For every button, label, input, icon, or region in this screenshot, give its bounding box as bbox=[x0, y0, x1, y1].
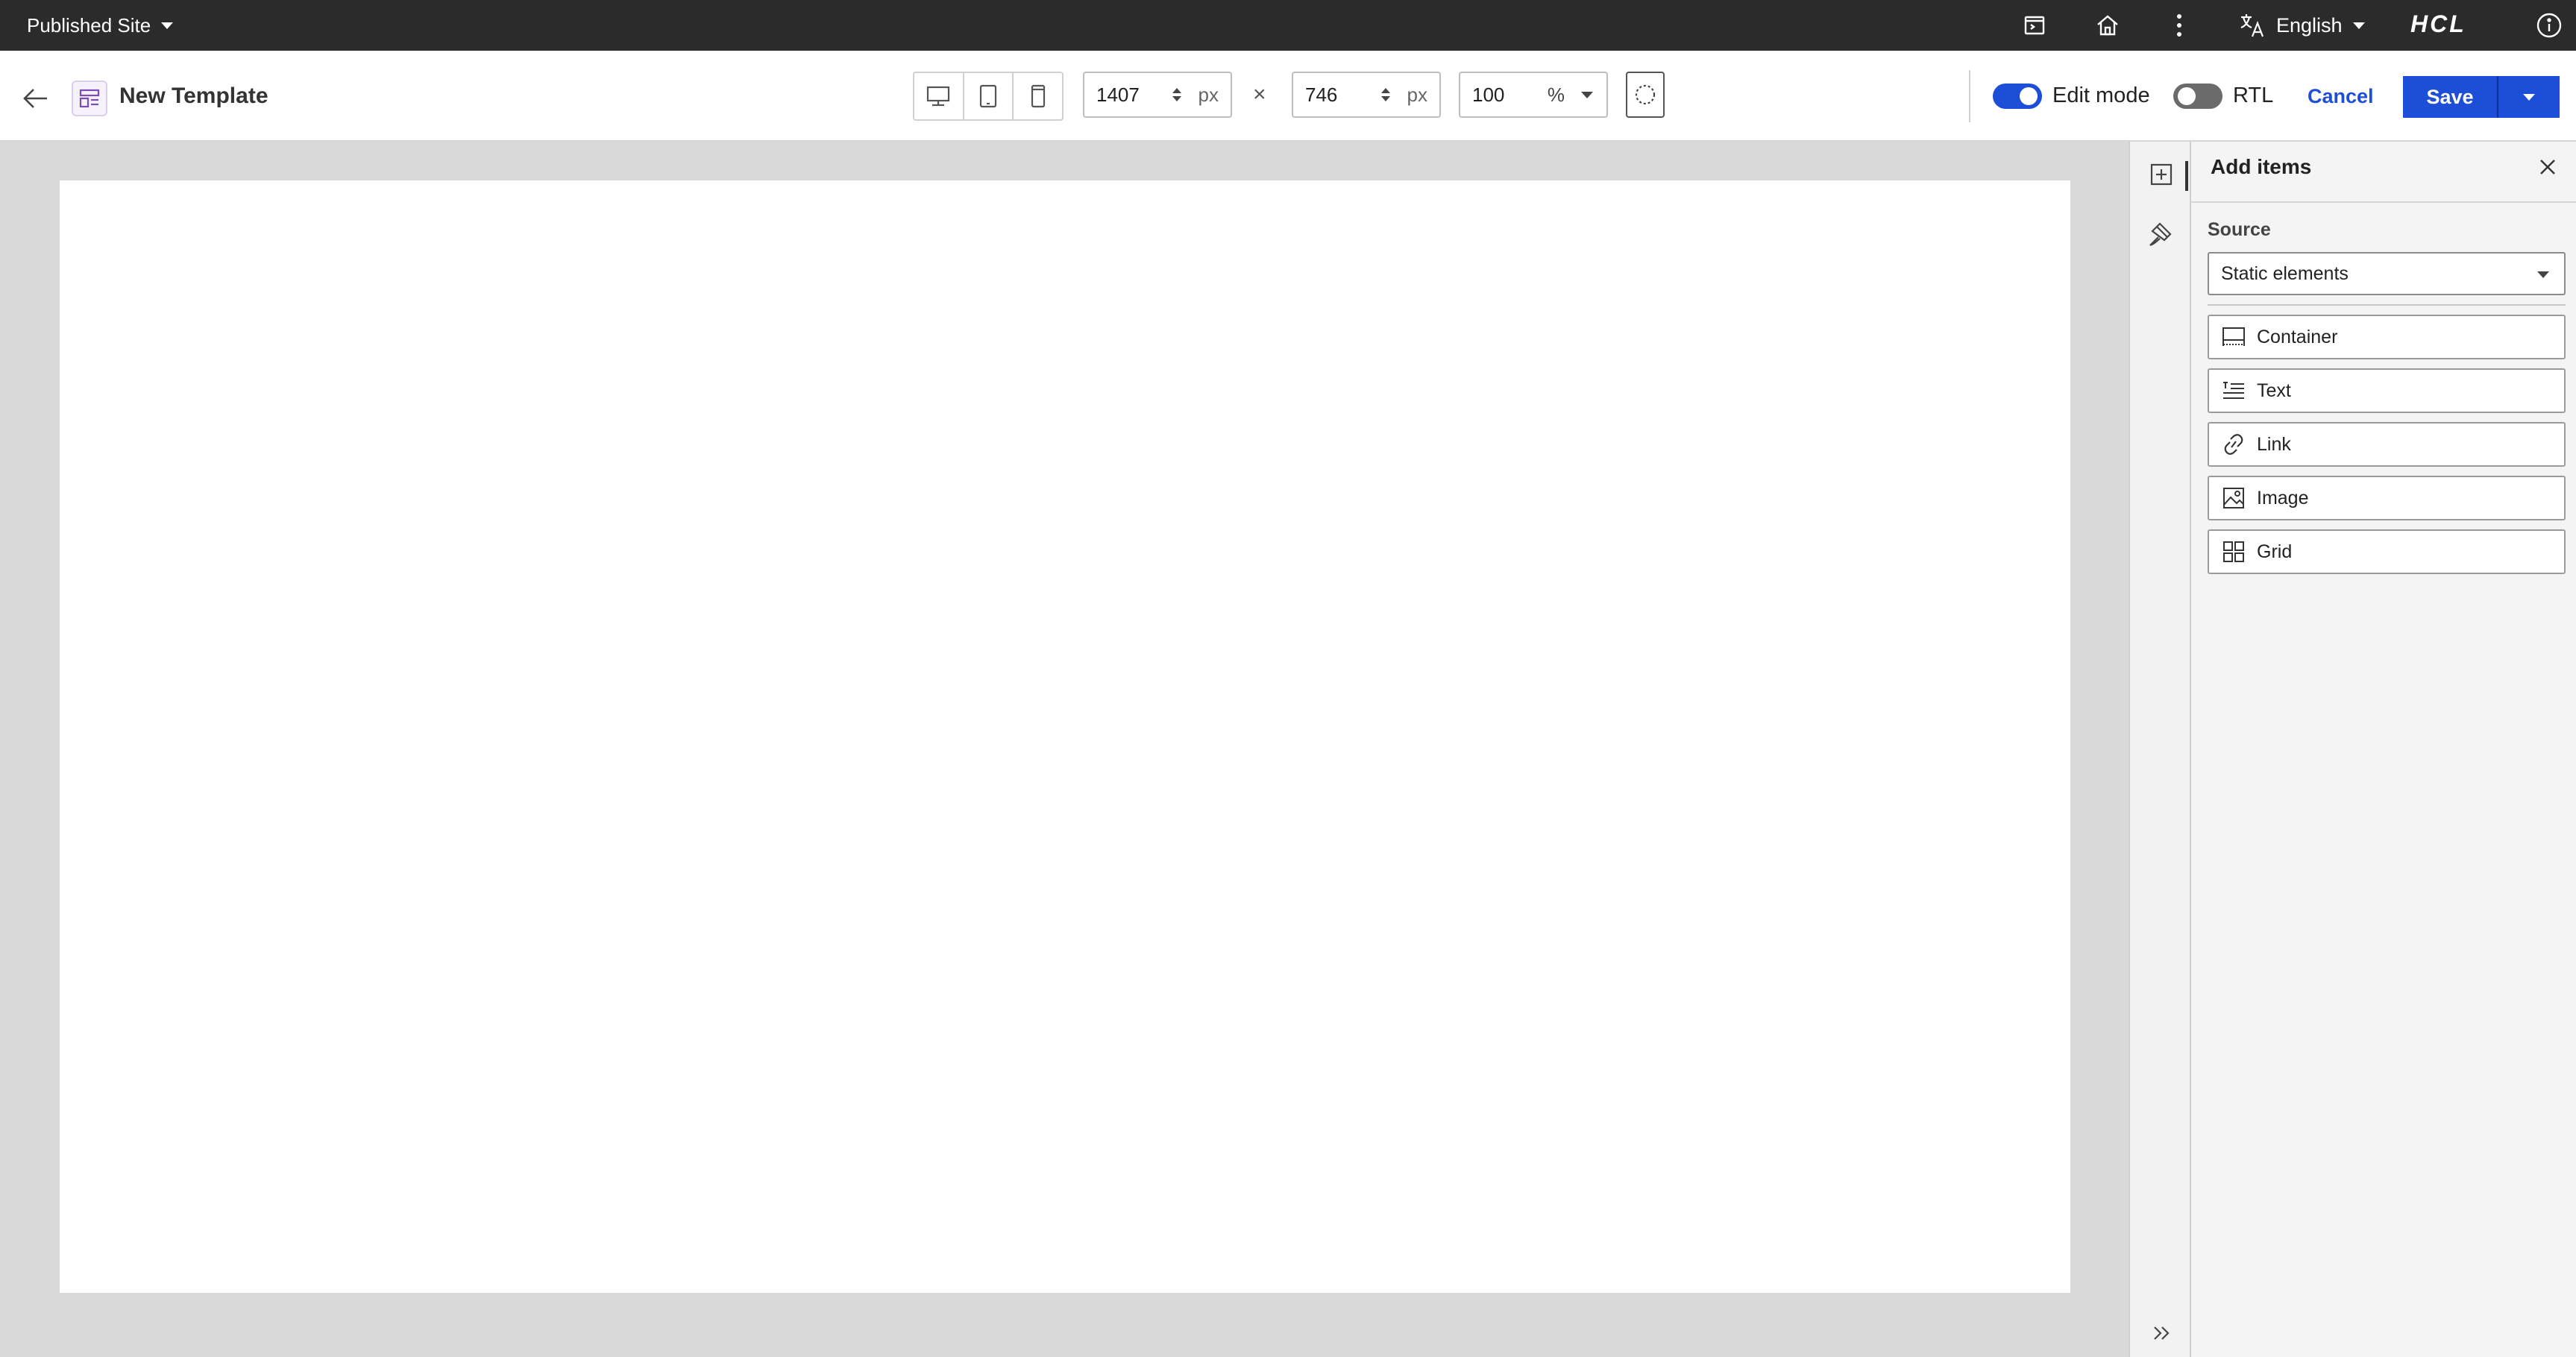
add-square-icon bbox=[2150, 163, 2173, 186]
translate-icon bbox=[2240, 14, 2264, 37]
edit-mode-label: Edit mode bbox=[2052, 84, 2150, 107]
close-panel-button[interactable] bbox=[2533, 152, 2563, 182]
panel-divider bbox=[2208, 304, 2566, 306]
reset-icon bbox=[1635, 84, 1656, 105]
zoom-select[interactable]: 100 % bbox=[1459, 72, 1608, 118]
paint-brush-icon bbox=[2149, 222, 2172, 246]
mobile-view-button[interactable] bbox=[1014, 73, 1062, 119]
style-tab[interactable] bbox=[2145, 218, 2178, 251]
edit-mode-toggle[interactable] bbox=[1993, 84, 2042, 109]
editor-toolbar: New Template 1407 px × 746 px 100 % Edit… bbox=[0, 51, 2576, 142]
reset-size-button[interactable] bbox=[1626, 72, 1665, 118]
item-label: Grid bbox=[2257, 541, 2293, 562]
info-icon[interactable] bbox=[2534, 10, 2564, 40]
brand-logo: HCL bbox=[2410, 10, 2466, 37]
save-options-button[interactable] bbox=[2498, 76, 2560, 118]
language-selector[interactable]: English bbox=[2239, 0, 2365, 51]
language-label: English bbox=[2276, 13, 2343, 37]
toolbar-divider bbox=[1969, 70, 1970, 122]
template-canvas[interactable] bbox=[60, 180, 2070, 1293]
item-label: Image bbox=[2257, 487, 2309, 509]
image-icon bbox=[2223, 488, 2244, 509]
zoom-unit: % bbox=[1547, 83, 1565, 106]
panel-title: Add items bbox=[2211, 155, 2312, 178]
add-items-tab[interactable] bbox=[2145, 158, 2178, 191]
link-icon bbox=[2224, 434, 2243, 455]
template-icon bbox=[72, 81, 107, 116]
item-label: Text bbox=[2257, 380, 2291, 401]
page-title: New Template bbox=[119, 84, 268, 108]
add-text-button[interactable]: Text bbox=[2208, 368, 2566, 413]
zoom-value: 100 bbox=[1472, 83, 1505, 106]
top-bar: Published Site English HCL bbox=[0, 0, 2576, 51]
active-tab-indicator bbox=[2185, 161, 2188, 191]
preview-icon[interactable] bbox=[2020, 10, 2049, 40]
width-unit: px bbox=[1198, 83, 1219, 106]
text-icon bbox=[2223, 382, 2244, 399]
close-icon bbox=[2540, 160, 2555, 174]
item-label: Link bbox=[2257, 433, 2291, 455]
editor-workspace bbox=[0, 142, 2129, 1357]
panel-header: Add items bbox=[2191, 142, 2576, 203]
source-value: Static elements bbox=[2221, 262, 2349, 284]
desktop-icon bbox=[927, 86, 950, 107]
width-stepper[interactable] bbox=[1169, 88, 1185, 101]
arrow-left-icon bbox=[23, 89, 47, 108]
height-input[interactable]: 746 px bbox=[1292, 72, 1441, 118]
source-label: Source bbox=[2208, 219, 2271, 240]
width-input[interactable]: 1407 px bbox=[1083, 72, 1232, 118]
add-grid-button[interactable]: Grid bbox=[2208, 529, 2566, 574]
expand-panel-button[interactable] bbox=[2145, 1317, 2178, 1350]
chevron-down-icon bbox=[2537, 271, 2549, 278]
width-value: 1407 bbox=[1096, 83, 1140, 106]
cancel-button[interactable]: Cancel bbox=[2308, 85, 2374, 108]
tablet-icon bbox=[979, 84, 997, 108]
device-preview-group bbox=[913, 72, 1064, 121]
chevron-down-icon bbox=[1581, 91, 1593, 98]
rtl-toggle[interactable] bbox=[2173, 84, 2222, 109]
dimension-separator: × bbox=[1253, 82, 1266, 107]
height-unit: px bbox=[1407, 83, 1427, 106]
home-icon[interactable] bbox=[2093, 10, 2123, 40]
add-container-button[interactable]: Container bbox=[2208, 315, 2566, 359]
container-icon bbox=[2222, 327, 2245, 346]
add-image-button[interactable]: Image bbox=[2208, 476, 2566, 520]
item-label: Container bbox=[2257, 326, 2338, 347]
source-select[interactable]: Static elements bbox=[2208, 252, 2566, 295]
desktop-view-button[interactable] bbox=[914, 73, 964, 119]
back-button[interactable] bbox=[19, 82, 52, 115]
side-rail bbox=[2129, 142, 2191, 1357]
chevron-down-icon bbox=[161, 22, 174, 29]
site-switcher-label: Published Site bbox=[27, 13, 151, 37]
chevron-down-icon bbox=[2523, 93, 2535, 101]
mobile-icon bbox=[1031, 84, 1045, 108]
height-stepper[interactable] bbox=[1377, 88, 1394, 101]
chevron-double-right-icon bbox=[2154, 1326, 2170, 1340]
rtl-label: RTL bbox=[2233, 84, 2274, 107]
save-button[interactable]: Save bbox=[2403, 76, 2498, 118]
more-vertical-icon[interactable] bbox=[2164, 10, 2194, 40]
add-items-panel: Add items Source Static elements Contain… bbox=[2191, 142, 2576, 1357]
add-link-button[interactable]: Link bbox=[2208, 422, 2566, 467]
tablet-view-button[interactable] bbox=[964, 73, 1014, 119]
chevron-down-icon bbox=[2352, 22, 2365, 29]
site-switcher[interactable]: Published Site bbox=[27, 0, 174, 51]
grid-icon bbox=[2223, 541, 2244, 562]
height-value: 746 bbox=[1305, 83, 1338, 106]
